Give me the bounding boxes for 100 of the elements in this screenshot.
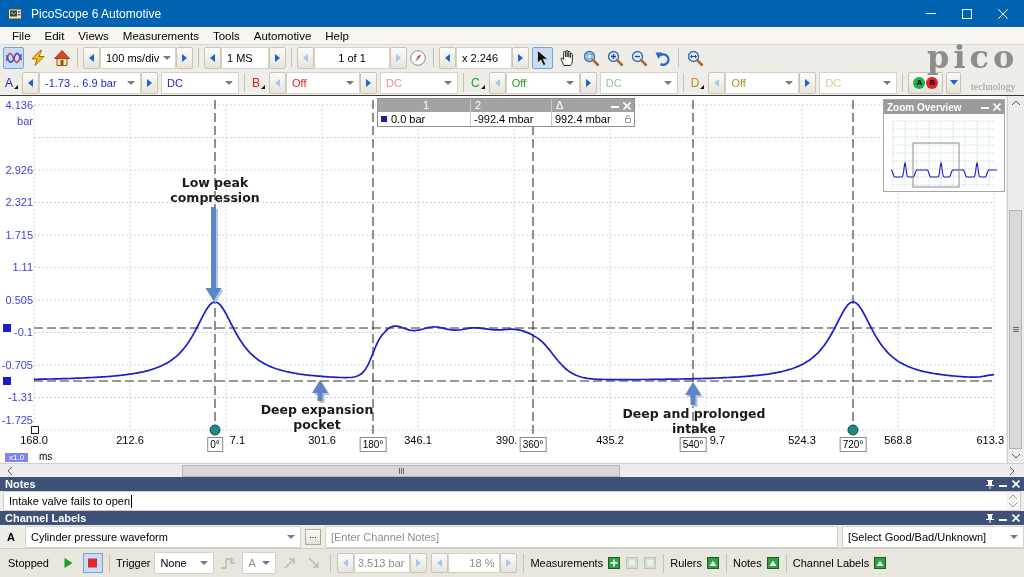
stop-icon	[88, 558, 98, 568]
ruler-handle-icon[interactable]	[3, 324, 11, 332]
right-triangle-icon	[396, 53, 401, 62]
hand-icon	[558, 49, 575, 66]
pin-icon[interactable]	[986, 479, 994, 489]
vertical-scrollbar[interactable]	[1007, 96, 1023, 463]
ruler-value: 992.4 mbar	[555, 112, 611, 126]
timebase-dropdown[interactable]: 100 ms/div	[100, 46, 176, 69]
range-dropdown[interactable]: Off	[286, 71, 361, 94]
down-triangle-icon	[949, 80, 958, 85]
right-triangle-icon	[506, 559, 512, 567]
panel-title: Channel Labels	[5, 512, 87, 524]
dropdown-arrow-icon	[127, 80, 135, 85]
column-header: Δ	[556, 99, 564, 112]
channel-indicator: B	[926, 76, 939, 89]
panel-toggle-label: Notes	[733, 557, 762, 569]
channel-name: A	[7, 530, 15, 543]
stop-button[interactable]	[83, 553, 103, 573]
range-dropdown[interactable]: -1.73 .. 6.9 bar	[39, 71, 141, 94]
column-header: 1	[422, 99, 430, 112]
channel-button[interactable]: A	[3, 71, 19, 94]
step-forward-button[interactable]	[512, 46, 529, 69]
left-triangle-icon	[445, 53, 450, 62]
channel-button[interactable]: B	[250, 71, 267, 94]
rotation-label[interactable]: 180°	[359, 437, 387, 452]
ruler-value: 0.0 bar	[391, 112, 426, 126]
menu-item[interactable]: Tools	[206, 29, 246, 42]
panel-toggle-button[interactable]	[706, 556, 720, 570]
dropdown-arrow-icon	[262, 561, 271, 565]
zoom-factor-badge: x1.0	[5, 453, 29, 462]
menu-item[interactable]: Help	[319, 29, 355, 42]
dropdown-arrow-icon	[1009, 534, 1018, 539]
rotation-label[interactable]: 720°	[839, 437, 867, 452]
pin-icon[interactable]	[986, 513, 994, 523]
range-dropdown[interactable]: Off	[505, 71, 580, 94]
tool-button[interactable]	[532, 46, 553, 69]
play-icon	[64, 558, 74, 568]
y-axis-unit: bar	[17, 114, 33, 128]
close-icon	[998, 8, 1008, 19]
rating-dropdown[interactable]: [Select Good/Bad/Unknown]	[841, 525, 1024, 548]
magnifier-icon	[582, 49, 599, 66]
step-forward-button[interactable]	[176, 46, 193, 69]
menu-item[interactable]: Measurements	[116, 29, 205, 42]
ruler-handle-icon[interactable]	[31, 426, 39, 434]
padlock-icon[interactable]	[625, 115, 631, 123]
rotation-label[interactable]: 540°	[679, 437, 707, 452]
ruler-handle-icon[interactable]	[3, 377, 11, 385]
step-forward-button[interactable]	[360, 71, 378, 94]
left-triangle-icon	[494, 78, 500, 87]
minimize-icon[interactable]	[611, 105, 619, 108]
x-axis-label: 7.1	[229, 434, 245, 447]
samples-field[interactable]: 1 MS	[221, 46, 269, 69]
ruler-handle-icon[interactable]	[847, 424, 859, 436]
panel-toggle-label: Rulers	[670, 557, 702, 569]
dropdown-arrow-icon	[663, 80, 672, 85]
ruler-line[interactable]	[33, 327, 995, 329]
diagonal-arrow-icon	[308, 557, 321, 569]
step-back-button[interactable]	[439, 46, 456, 69]
coupling-dropdown[interactable]: DC	[161, 71, 239, 94]
ruler-handle-icon[interactable]	[209, 424, 221, 436]
x-axis-label: 568.8	[884, 434, 912, 447]
x-axis-label: 346.1	[404, 434, 432, 447]
channel-label-dropdown[interactable]: Cylinder pressure waveform	[24, 525, 301, 548]
menu-item[interactable]: Views	[72, 29, 115, 42]
right-triangle-icon	[805, 78, 811, 87]
step-back-button[interactable]	[83, 46, 100, 69]
zoom-fit-icon	[686, 49, 703, 66]
step-forward-button[interactable]	[141, 71, 158, 94]
step-forward-button[interactable]	[799, 71, 817, 94]
y-axis-label: 1.11	[12, 261, 33, 274]
step-back-button[interactable]	[22, 71, 39, 94]
scrollbar-thumb[interactable]	[182, 464, 620, 477]
measurement-button[interactable]	[607, 556, 622, 570]
menu-item[interactable]: Automotive	[247, 29, 318, 42]
right-triangle-icon	[182, 53, 187, 62]
dropdown-arrow-icon	[163, 55, 172, 60]
pointer-icon	[534, 49, 551, 66]
x-axis-label: 168.0	[20, 434, 48, 447]
rotation-label[interactable]: 0°	[207, 437, 223, 452]
panel-toggle-button[interactable]	[765, 556, 780, 570]
close-icon[interactable]	[1012, 514, 1020, 522]
menu-item[interactable]: Edit	[38, 29, 71, 42]
y-axis-label: 2.321	[5, 196, 33, 209]
logo-tagline: technology	[971, 81, 1016, 92]
menu-item[interactable]: File	[6, 29, 37, 42]
more-button[interactable]: ...	[304, 528, 321, 545]
panel-toggle-button[interactable]	[873, 556, 888, 570]
triangle-tile-icon	[766, 557, 779, 569]
close-icon[interactable]	[1012, 480, 1020, 488]
step-back-button[interactable]	[204, 46, 221, 69]
zoom-factor-field[interactable]: x 2.246	[456, 46, 512, 69]
right-triangle-icon	[518, 53, 523, 62]
trigger-mode-dropdown[interactable]: None	[154, 552, 215, 574]
column-header: 2	[475, 99, 482, 112]
zoom-region-frame[interactable]	[912, 142, 960, 188]
step-forward-button[interactable]	[269, 46, 286, 69]
scrollbar-thumb[interactable]	[1009, 210, 1022, 449]
x-axis-label: 613.3	[976, 434, 1004, 447]
rotation-label[interactable]: 360°	[519, 437, 547, 452]
horizontal-scrollbar[interactable]	[0, 463, 1024, 477]
